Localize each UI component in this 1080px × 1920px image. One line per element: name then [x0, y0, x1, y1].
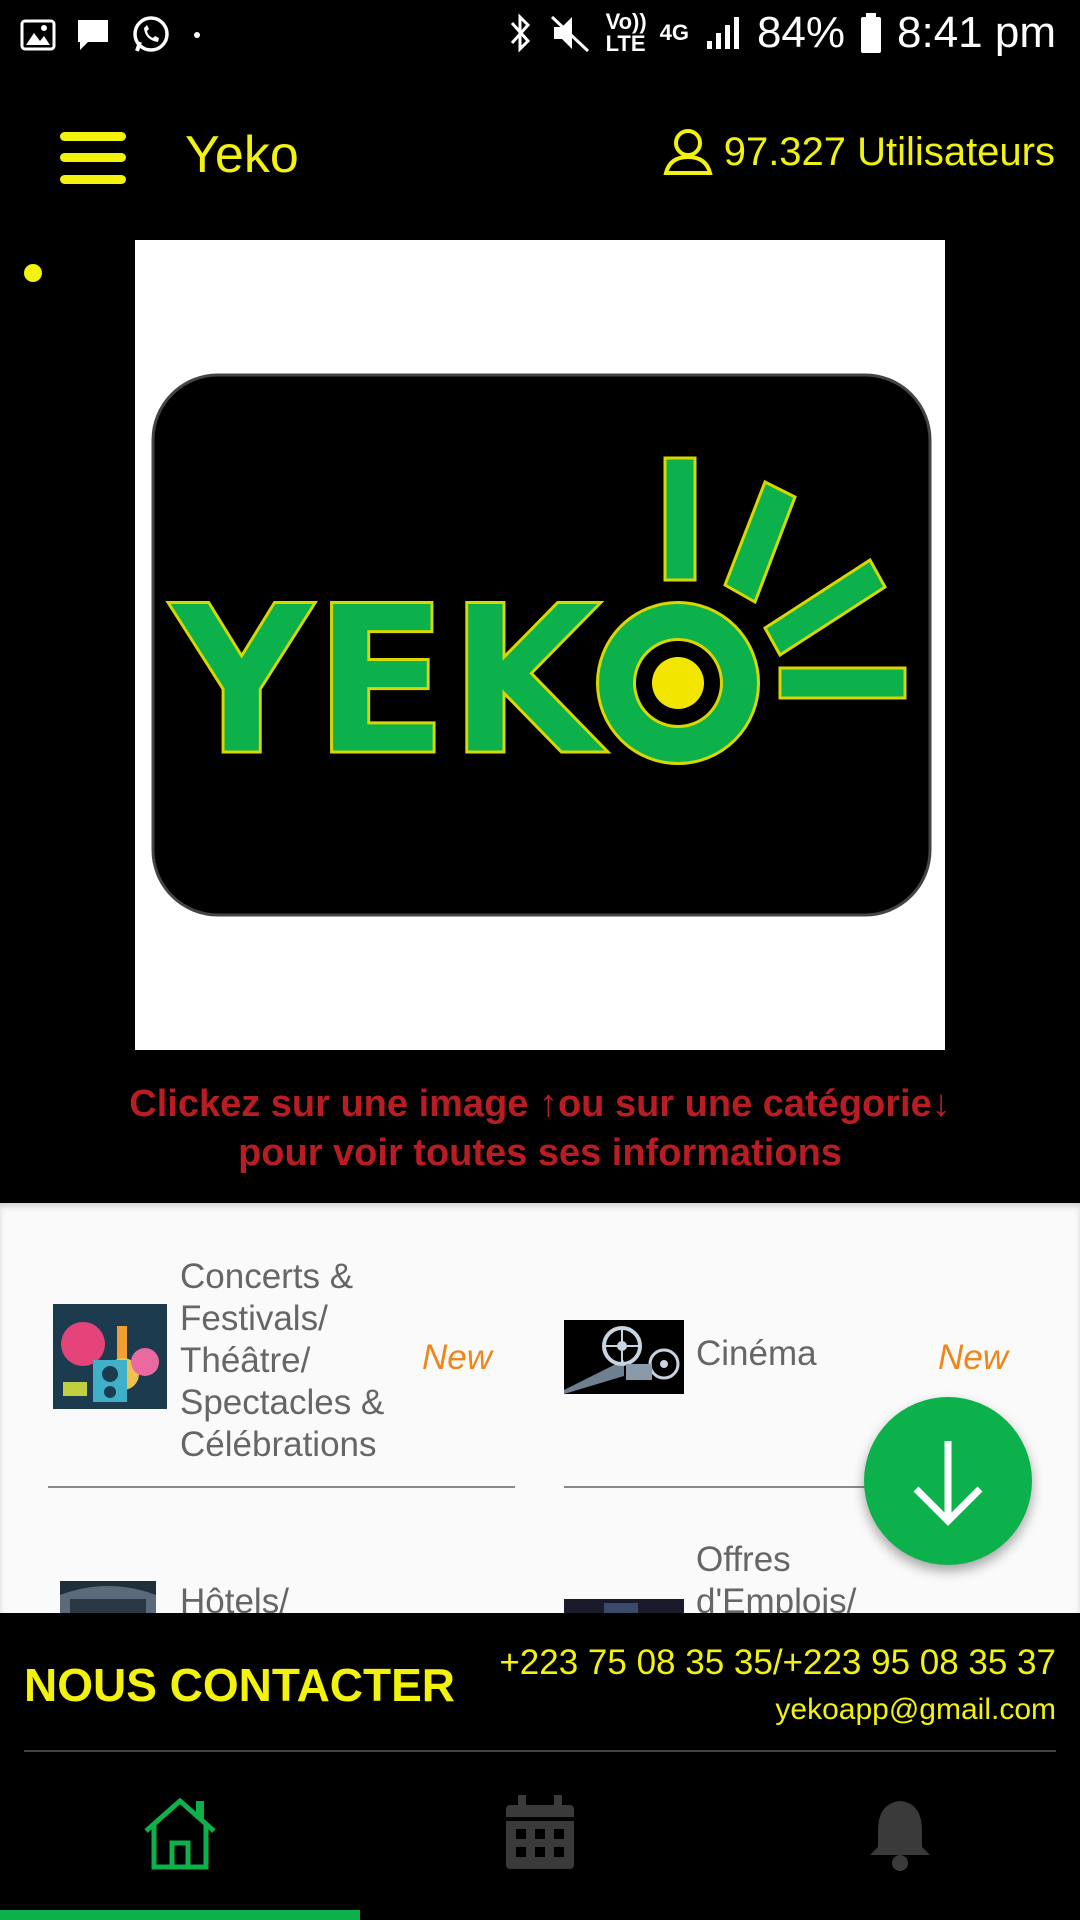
status-time: 8:41 pm	[897, 8, 1056, 57]
bluetooth-icon	[510, 13, 530, 53]
concerts-thumbnail[interactable]	[53, 1304, 167, 1409]
contact-divider	[24, 1750, 1056, 1752]
whatsapp-icon	[133, 16, 169, 52]
menu-icon[interactable]	[60, 132, 126, 184]
cinema-thumbnail[interactable]	[564, 1320, 684, 1394]
arrow-down-icon	[913, 1441, 983, 1526]
hotels-thumbnail[interactable]	[60, 1581, 156, 1613]
hint-line-1: Clickez sur une image ↑ou sur une catégo…	[129, 1083, 951, 1125]
contact-phone[interactable]: +223 75 08 35 35/+223 95 08 35 37	[499, 1643, 1056, 1683]
battery-percent: 84%	[756, 8, 846, 57]
app-title: Yeko	[185, 126, 299, 184]
message-icon	[78, 20, 108, 50]
bell-icon	[870, 1801, 930, 1871]
contact-section: NOUS CONTACTER +223 75 08 35 35/+223 95 …	[0, 1613, 1080, 1753]
category-name-jobs: Offres d'Emplois/	[696, 1540, 857, 1613]
nav-calendar[interactable]	[500, 1793, 580, 1873]
status-system: Vo)) LTE 4G 84% 8:41 pm	[508, 8, 1056, 58]
category-name-concerts: Concerts & Festivals/ Théâtre/ Spectacle…	[180, 1257, 385, 1464]
category-name-hotels: Hôtels/	[180, 1582, 289, 1613]
users-count: 97.327 Utilisateurs	[662, 127, 1055, 177]
contact-email[interactable]: yekoapp@gmail.com	[775, 1693, 1056, 1727]
user-icon	[663, 129, 713, 175]
yeko-logo: YEK	[151, 373, 932, 917]
network-indicator: 4G	[659, 20, 689, 45]
home-icon	[144, 1797, 216, 1870]
bottom-navigation	[0, 1753, 1080, 1920]
jobs-thumbnail[interactable]	[564, 1599, 684, 1613]
battery-icon	[861, 13, 882, 53]
category-name-cinema: Cinéma	[696, 1334, 817, 1373]
dot-icon	[194, 32, 200, 38]
new-badge-cinema: New	[938, 1338, 1009, 1377]
image-icon	[20, 19, 56, 51]
app-bar: Yeko 97.327 Utilisateurs	[0, 75, 1080, 240]
logo-text: YEK	[168, 563, 609, 801]
nav-notifications[interactable]	[860, 1793, 940, 1873]
users-count-text: 97.327 Utilisateurs	[723, 129, 1055, 174]
category-item-cinema[interactable]: Cinéma	[696, 1333, 817, 1375]
active-tab-indicator	[0, 1910, 360, 1920]
calendar-icon	[506, 1795, 574, 1869]
signal-icon	[706, 17, 739, 49]
category-item-hotels[interactable]: Hôtels/	[180, 1581, 289, 1613]
scroll-down-button[interactable]	[864, 1397, 1032, 1565]
category-item-jobs[interactable]: Offres d'Emplois/	[696, 1539, 856, 1613]
hint-line-2: pour voir toutes ses informations	[238, 1132, 842, 1174]
new-badge-concerts: New	[422, 1338, 493, 1377]
contact-title: NOUS CONTACTER	[24, 1659, 456, 1711]
nav-home[interactable]	[140, 1793, 220, 1873]
banner-image[interactable]: YEK	[135, 240, 945, 1050]
status-bar: Vo)) LTE 4G 84% 8:41 pm	[0, 0, 1080, 75]
volte-indicator: Vo)) LTE	[605, 9, 647, 56]
category-divider	[48, 1486, 515, 1488]
mute-icon	[550, 15, 589, 53]
carousel-indicator[interactable]	[24, 264, 42, 282]
category-divider	[564, 1486, 884, 1488]
status-notifications	[20, 14, 204, 56]
hint-text: Clickez sur une image ↑ou sur une catégo…	[0, 1080, 1080, 1178]
